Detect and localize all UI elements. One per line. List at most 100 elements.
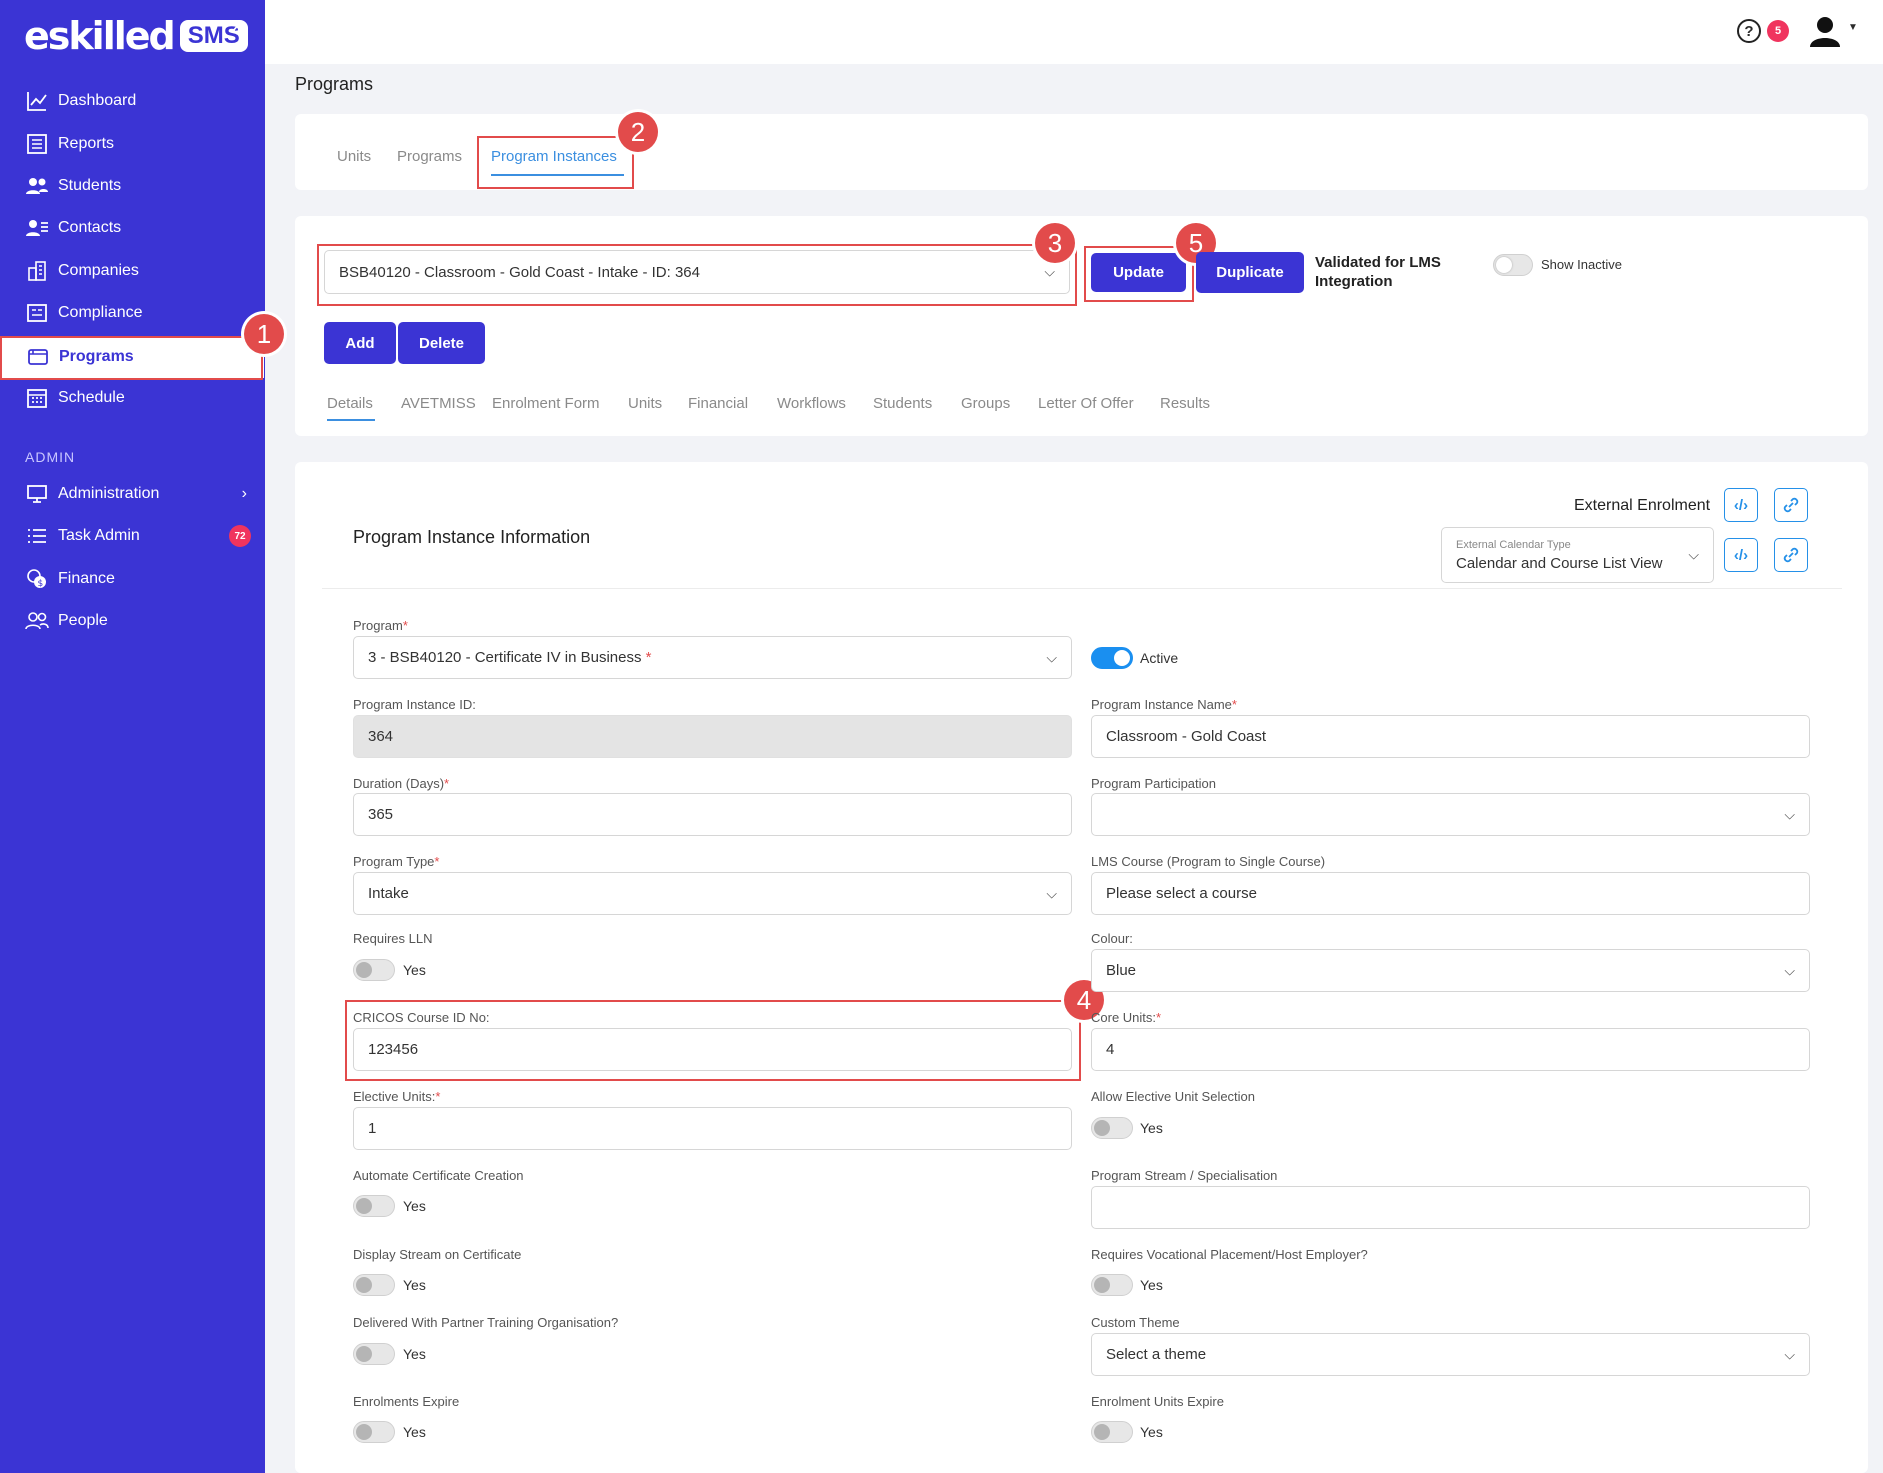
tab-financial[interactable]: Financial — [688, 395, 748, 412]
tab-letter-of-offer[interactable]: Letter Of Offer — [1038, 395, 1134, 412]
theme-label: Custom Theme — [1091, 1315, 1180, 1330]
enrol-expire-label: Enrolments Expire — [353, 1394, 460, 1409]
core-units-label: Core Units:* — [1091, 1010, 1162, 1025]
task-count-badge: 72 — [229, 525, 251, 547]
chevron-down-icon: ⌵ — [1688, 546, 1699, 563]
divider — [322, 588, 1842, 589]
caret-down-icon[interactable]: ▼ — [1848, 22, 1858, 33]
help-icon[interactable]: ? — [1737, 19, 1761, 43]
page-title: Programs — [295, 74, 374, 94]
tab-workflows[interactable]: Workflows — [777, 395, 846, 412]
highlight-box — [1084, 246, 1194, 302]
program-select[interactable]: 3 - BSB40120 - Certificate IV in Busines… — [353, 636, 1072, 679]
sidebar-item-companies[interactable]: Companies — [0, 251, 265, 291]
tab-details[interactable]: Details — [327, 395, 373, 412]
link-icon[interactable] — [1774, 538, 1808, 572]
display-stream-toggle[interactable] — [353, 1274, 395, 1296]
sidebar-item-label: Dashboard — [58, 92, 137, 109]
sidebar-item-task-admin[interactable]: Task Admin 72 — [0, 516, 265, 556]
toggle-label: Yes — [403, 1424, 426, 1440]
highlight-box — [0, 336, 263, 380]
sidebar-item-students[interactable]: Students — [0, 166, 265, 206]
chevron-down-icon: ⌵ — [1046, 885, 1057, 901]
highlight-box — [345, 1000, 1081, 1081]
validated-lms-label: Validated for LMS Integration — [1315, 254, 1441, 290]
delete-button[interactable]: Delete — [398, 322, 485, 364]
sidebar-item-label: Reports — [58, 135, 115, 152]
program-type-label: Program Type* — [353, 854, 440, 869]
code-icon[interactable]: ‹/› — [1724, 538, 1758, 572]
allow-elective-toggle[interactable] — [1091, 1117, 1133, 1139]
sidebar-item-label: Contacts — [58, 219, 122, 236]
tab-avetmiss[interactable]: AVETMISS — [401, 395, 476, 412]
show-inactive-label: Show Inactive — [1541, 257, 1622, 272]
sidebar-item-schedule[interactable]: Schedule — [0, 378, 265, 418]
colour-select[interactable]: Blue ⌵ — [1091, 949, 1810, 992]
code-icon[interactable]: ‹/› — [1724, 488, 1758, 522]
field-label: External Calendar Type — [1456, 538, 1571, 551]
duplicate-button[interactable]: Duplicate — [1196, 252, 1304, 293]
link-icon[interactable] — [1774, 488, 1808, 522]
compliance-icon — [24, 300, 50, 326]
tab-units[interactable]: Units — [337, 148, 371, 165]
sidebar-item-contacts[interactable]: Contacts — [0, 208, 265, 248]
toggle-label: Yes — [1140, 1277, 1163, 1293]
logo[interactable]: eskilled SMS — [24, 14, 248, 58]
instance-id-label: Program Instance ID: — [353, 697, 476, 712]
stream-label: Program Stream / Specialisation — [1091, 1168, 1278, 1183]
list-icon — [24, 523, 50, 549]
participation-select[interactable]: ⌵ — [1091, 793, 1810, 836]
monitor-icon — [24, 481, 50, 507]
tab-results[interactable]: Results — [1160, 395, 1210, 412]
toggle-label: Yes — [1140, 1120, 1163, 1136]
section-title: Program Instance Information — [353, 527, 591, 547]
toggle-label: Yes — [403, 1277, 426, 1293]
lms-course-field[interactable]: Please select a course — [1091, 872, 1810, 915]
stream-field[interactable] — [1091, 1186, 1810, 1229]
partner-toggle[interactable] — [353, 1343, 395, 1365]
sidebar-item-people[interactable]: People — [0, 601, 265, 641]
auto-cert-toggle[interactable] — [353, 1195, 395, 1217]
tab-students[interactable]: Students — [873, 395, 932, 412]
participation-label: Program Participation — [1091, 776, 1216, 791]
highlight-box — [477, 136, 634, 189]
units-expire-toggle[interactable] — [1091, 1421, 1133, 1443]
tab-groups[interactable]: Groups — [961, 395, 1010, 412]
elective-units-field[interactable]: 1 — [353, 1107, 1072, 1150]
logo-text: eskilled — [24, 14, 176, 58]
toggle-label: Yes — [403, 1198, 426, 1214]
theme-select[interactable]: Select a theme ⌵ — [1091, 1333, 1810, 1376]
display-stream-label: Display Stream on Certificate — [353, 1247, 522, 1262]
external-calendar-select[interactable]: External Calendar Type Calendar and Cour… — [1441, 527, 1714, 583]
duration-field[interactable]: 365 — [353, 793, 1072, 836]
units-expire-label: Enrolment Units Expire — [1091, 1394, 1224, 1409]
add-button[interactable]: Add — [324, 322, 396, 364]
tab-programs[interactable]: Programs — [397, 148, 462, 165]
double-chevron-left-icon[interactable]: « — [232, 16, 244, 42]
program-type-select[interactable]: Intake ⌵ — [353, 872, 1072, 915]
step-marker: 1 — [244, 314, 284, 354]
allow-elective-label: Allow Elective Unit Selection — [1091, 1089, 1256, 1104]
tab-units[interactable]: Units — [628, 395, 662, 412]
show-inactive-toggle[interactable] — [1493, 254, 1533, 276]
core-units-field[interactable]: 4 — [1091, 1028, 1810, 1071]
sidebar-item-finance[interactable]: $ Finance — [0, 559, 265, 599]
user-avatar-icon[interactable] — [1808, 14, 1842, 48]
instance-name-field[interactable]: Classroom - Gold Coast — [1091, 715, 1810, 758]
active-toggle[interactable] — [1091, 647, 1133, 669]
sidebar-item-reports[interactable]: Reports — [0, 124, 265, 164]
requires-lln-toggle[interactable] — [353, 959, 395, 981]
sidebar-item-label: Companies — [58, 262, 139, 279]
sidebar-item-administration[interactable]: Administration › — [0, 474, 265, 514]
sidebar-item-compliance[interactable]: Compliance — [0, 293, 265, 333]
vocational-toggle[interactable] — [1091, 1274, 1133, 1296]
requires-lln-label: Requires LLN — [353, 931, 433, 946]
topbar — [265, 0, 1883, 64]
select-value: 3 - BSB40120 - Certificate IV in Busines… — [368, 649, 642, 666]
notification-badge[interactable]: 5 — [1767, 20, 1789, 42]
enrol-expire-toggle[interactable] — [353, 1421, 395, 1443]
toggle-label: Yes — [403, 1346, 426, 1362]
partner-label: Delivered With Partner Training Organisa… — [353, 1315, 619, 1330]
sidebar-item-dashboard[interactable]: Dashboard — [0, 81, 265, 121]
tab-enrolment-form[interactable]: Enrolment Form — [492, 395, 600, 412]
